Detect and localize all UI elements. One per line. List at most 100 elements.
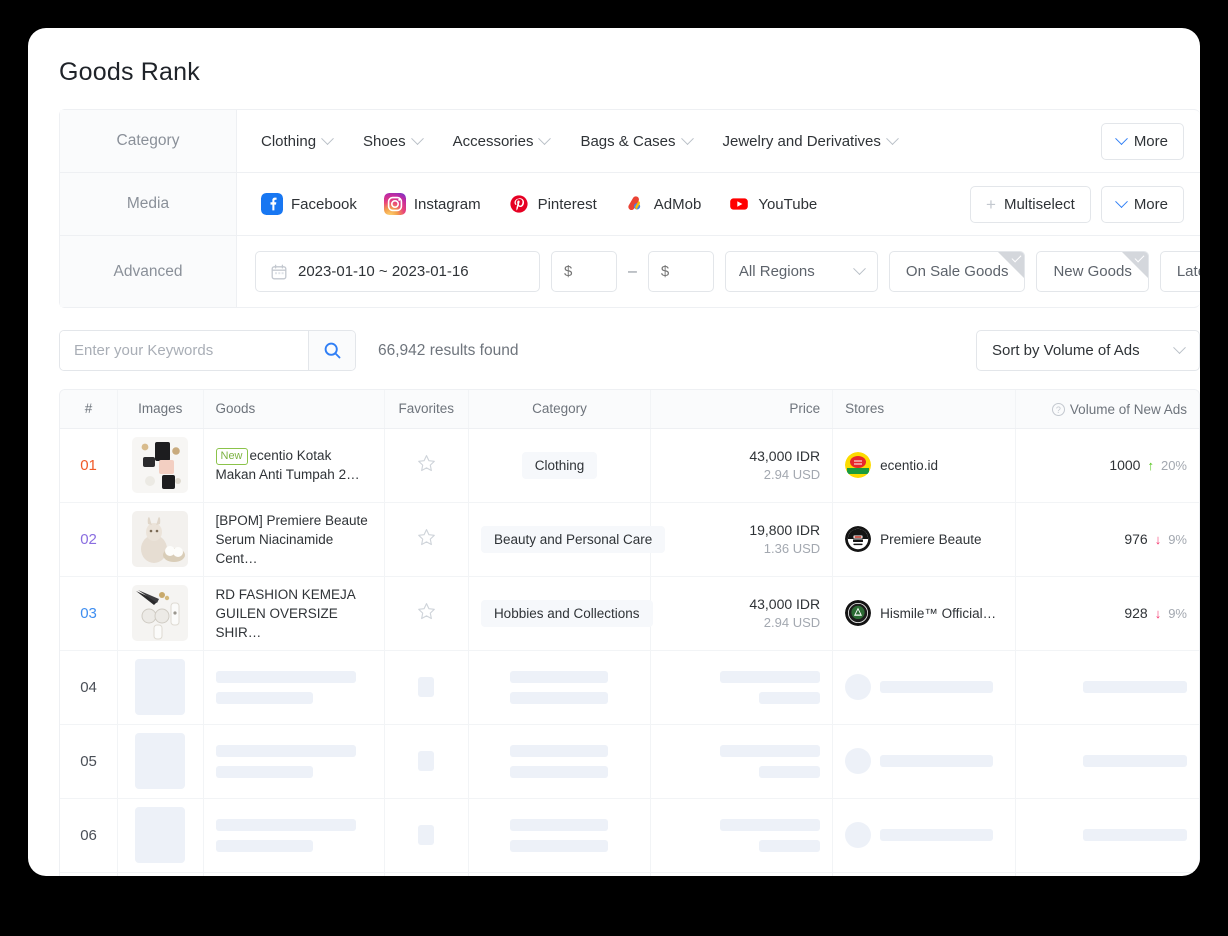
cell-price: 43,000 IDR 2.94 USD: [650, 576, 834, 651]
cell-ads-skeleton: [1015, 724, 1199, 799]
cell-favorites: [384, 502, 469, 577]
filter-label-media: Media: [60, 173, 237, 235]
skeleton-block: [215, 839, 313, 852]
star-icon[interactable]: [417, 602, 436, 621]
chip-new-goods[interactable]: New Goods: [1036, 251, 1149, 292]
star-icon[interactable]: [417, 528, 436, 547]
page-title: Goods Rank: [59, 58, 200, 86]
category-option-label: Shoes: [363, 132, 406, 150]
category-option-accessories[interactable]: Accessories: [453, 131, 552, 150]
store-name[interactable]: ecentio.id: [880, 458, 938, 473]
product-thumbnail[interactable]: [132, 585, 189, 641]
category-tag: Hobbies and Collections: [480, 599, 653, 627]
col-header-price: Price: [650, 390, 834, 429]
category-option-clothing[interactable]: Clothing: [261, 131, 334, 150]
media-option-label: Facebook: [291, 195, 357, 213]
store-logo: [845, 452, 872, 478]
media-option-pinterest[interactable]: Pinterest: [507, 193, 597, 215]
product-thumbnail[interactable]: [132, 511, 189, 567]
chip-on-sale-goods[interactable]: On Sale Goods: [888, 251, 1026, 292]
product-thumbnail[interactable]: [132, 437, 189, 493]
star-icon[interactable]: [417, 454, 436, 473]
date-range-picker[interactable]: 2023-01-10 ~ 2023-01-16: [255, 251, 540, 292]
youtube-icon: [728, 193, 751, 215]
rank-value: 05: [80, 752, 97, 770]
goods-title[interactable]: [BPOM] Premiere Beaute Serum Niacinamide…: [216, 511, 372, 568]
cell-goods-skeleton: [203, 724, 385, 799]
skeleton-block: [215, 744, 356, 757]
skeleton-block: [759, 839, 821, 852]
media-multiselect-button[interactable]: + Multiselect: [970, 185, 1091, 223]
table-row[interactable]: 03 RD FASHION KEMEJA GUILEN OVERSIZE SHI…: [60, 576, 1199, 651]
category-option-label: Bags & Cases: [580, 132, 676, 150]
media-option-label: Pinterest: [537, 195, 597, 213]
chip-latest[interactable]: Late: [1159, 251, 1200, 292]
search-input[interactable]: [60, 331, 308, 370]
cell-goods-skeleton: [203, 872, 385, 876]
price-max-input[interactable]: [647, 251, 714, 292]
skeleton-block: [1083, 829, 1187, 841]
skeleton-block: [418, 825, 435, 845]
cell-goods: New ecentio Kotak Makan Anti Tumpah 2…: [203, 428, 385, 503]
goods-table-body: 01 New ecentio Kotak Makan Anti Tumpah 2…: [60, 428, 1199, 876]
sort-select[interactable]: Sort by Volume of Ads: [976, 330, 1200, 371]
media-option-facebook[interactable]: Facebook: [261, 193, 357, 215]
media-option-admob[interactable]: AdMob: [623, 193, 702, 215]
category-more-button[interactable]: More: [1100, 122, 1184, 160]
skeleton-block: [135, 659, 186, 715]
cell-ads: 1000 ↑ 20%: [1015, 428, 1199, 503]
media-option-instagram[interactable]: Instagram: [383, 193, 481, 215]
skeleton-block: [759, 691, 821, 704]
cell-rank: 04: [60, 650, 119, 725]
sort-select-value: Sort by Volume of Ads: [992, 342, 1140, 359]
skeleton-avatar: [845, 748, 872, 774]
media-option-label: AdMob: [653, 195, 702, 213]
media-multiselect-label: Multiselect: [1003, 195, 1075, 213]
category-option-bags-cases[interactable]: Bags & Cases: [580, 131, 694, 150]
skeleton-block: [135, 807, 186, 863]
table-row[interactable]: 01 New ecentio Kotak Makan Anti Tumpah 2…: [60, 428, 1199, 503]
goods-table: # Images Goods Favorites Category Price …: [60, 390, 1199, 876]
region-select[interactable]: All Regions: [724, 251, 878, 292]
filter-label-advanced: Advanced: [60, 236, 237, 307]
store-name[interactable]: Premiere Beaute: [880, 532, 981, 547]
cell-image: [117, 428, 204, 503]
ads-value: 976: [1124, 531, 1148, 547]
search-button[interactable]: [308, 331, 355, 370]
page-background: Goods Rank Category Clothing Shoes Acces: [0, 0, 1228, 936]
price-usd: 2.94 USD: [763, 467, 821, 482]
table-row[interactable]: 02 [BPOM] Premiere Beaute Serum Niacinam…: [60, 502, 1199, 577]
store-logo-1: [845, 452, 872, 478]
media-more-button[interactable]: More: [1100, 185, 1184, 223]
skeleton-avatar: [845, 674, 872, 700]
skeleton-block: [880, 755, 994, 767]
cell-goods-skeleton: [203, 650, 385, 725]
chevron-down-icon: [538, 131, 552, 145]
skeleton-block: [720, 744, 821, 757]
help-icon[interactable]: ?: [1051, 403, 1065, 416]
media-option-youtube[interactable]: YouTube: [728, 193, 817, 215]
ads-value: 928: [1124, 605, 1148, 621]
goods-title[interactable]: New ecentio Kotak Makan Anti Tumpah 2…: [215, 446, 372, 484]
chevron-down-icon: [1173, 341, 1186, 355]
goods-title[interactable]: RD FASHION KEMEJA GUILEN OVERSIZE SHIR…: [216, 585, 372, 642]
skeleton-block: [510, 670, 609, 683]
cell-price-skeleton: [650, 872, 834, 876]
cell-category-skeleton: [468, 724, 652, 799]
category-option-shoes[interactable]: Shoes: [363, 131, 424, 150]
search-box: [59, 330, 356, 371]
chip-label: New Goods: [1053, 263, 1132, 280]
facebook-icon: [261, 193, 283, 215]
cell-rank: 07: [60, 872, 119, 876]
cell-ads: 976 ↓ 9%: [1015, 502, 1199, 577]
cell-category-skeleton: [468, 798, 652, 873]
cell-store: Premiere Beaute: [832, 502, 1017, 577]
category-option-jewelry[interactable]: Jewelry and Derivatives: [723, 131, 899, 150]
results-count: 66,942 results found: [378, 341, 519, 359]
store-logo: [845, 526, 872, 552]
price-min-input[interactable]: [551, 251, 617, 292]
store-name[interactable]: Hismile™ Official…: [880, 606, 996, 621]
col-header-category: Category: [468, 390, 652, 429]
skeleton-block: [215, 691, 313, 704]
cell-category: Beauty and Personal Care: [468, 502, 666, 577]
